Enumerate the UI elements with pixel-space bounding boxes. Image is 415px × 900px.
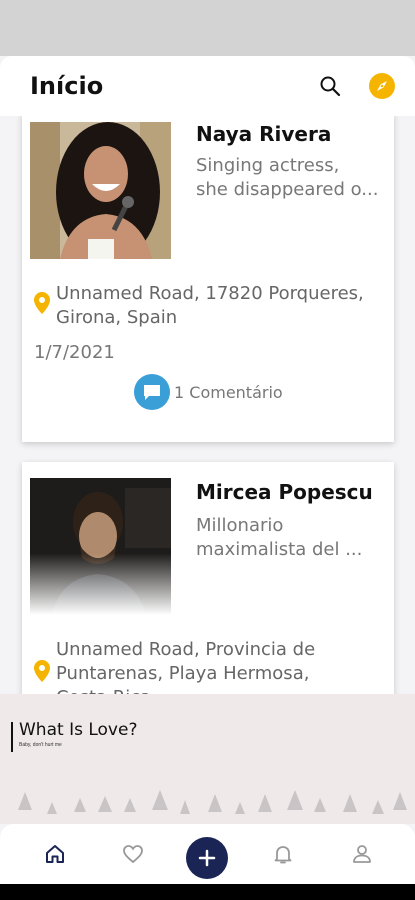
system-navigation-bar bbox=[0, 884, 415, 900]
search-icon bbox=[320, 76, 341, 97]
user-icon bbox=[353, 845, 371, 863]
nav-favorites[interactable] bbox=[121, 842, 145, 866]
compass-icon bbox=[377, 81, 387, 91]
post-address: Unnamed Road, 17820 Porqueres, Girona, S… bbox=[56, 283, 364, 328]
add-post-button[interactable] bbox=[186, 837, 228, 879]
post-title: Naya Rivera bbox=[196, 122, 332, 146]
post-card[interactable]: Naya Rivera Singing actress, she disappe… bbox=[22, 116, 394, 442]
comment-icon bbox=[134, 374, 170, 410]
post-date: 1/7/2021 bbox=[34, 342, 115, 363]
bell-icon bbox=[274, 846, 292, 864]
post-description: Millonario maximalista del ... bbox=[196, 515, 363, 560]
feed[interactable]: Naya Rivera Singing actress, she disappe… bbox=[0, 116, 415, 694]
post-title: Mircea Popescu bbox=[196, 480, 373, 504]
page-title: Início bbox=[30, 72, 104, 100]
explore-button[interactable] bbox=[369, 73, 395, 99]
location-pin-icon bbox=[34, 660, 50, 682]
post-photo bbox=[30, 122, 171, 259]
plus-icon bbox=[198, 849, 216, 867]
location-pin-icon bbox=[34, 292, 50, 314]
comments-button[interactable]: 1 Comentário bbox=[134, 374, 283, 410]
search-button[interactable] bbox=[318, 74, 342, 98]
comments-count: 1 Comentário bbox=[174, 382, 283, 402]
status-bar bbox=[0, 0, 415, 56]
bottom-navigation bbox=[0, 824, 415, 884]
app-bar: Início bbox=[0, 56, 415, 116]
post-photo bbox=[30, 478, 171, 615]
nav-notifications[interactable] bbox=[271, 842, 295, 866]
post-description: Singing actress, she disappeared o... bbox=[196, 155, 379, 200]
trees-decoration bbox=[18, 790, 407, 814]
heart-icon bbox=[123, 845, 143, 864]
nav-profile[interactable] bbox=[350, 842, 374, 866]
banner-subtitle: Baby, don't hurt me bbox=[19, 742, 62, 748]
ad-banner[interactable]: What Is Love? Baby, don't hurt me bbox=[0, 694, 415, 824]
banner-divider bbox=[11, 722, 13, 752]
banner-title: What Is Love? bbox=[19, 720, 138, 740]
home-icon bbox=[46, 845, 64, 863]
nav-home[interactable] bbox=[43, 842, 67, 866]
post-card[interactable]: Mircea Popescu Millonario maximalista de… bbox=[22, 462, 394, 694]
post-address: Unnamed Road, Provincia de Puntarenas, P… bbox=[56, 639, 316, 694]
